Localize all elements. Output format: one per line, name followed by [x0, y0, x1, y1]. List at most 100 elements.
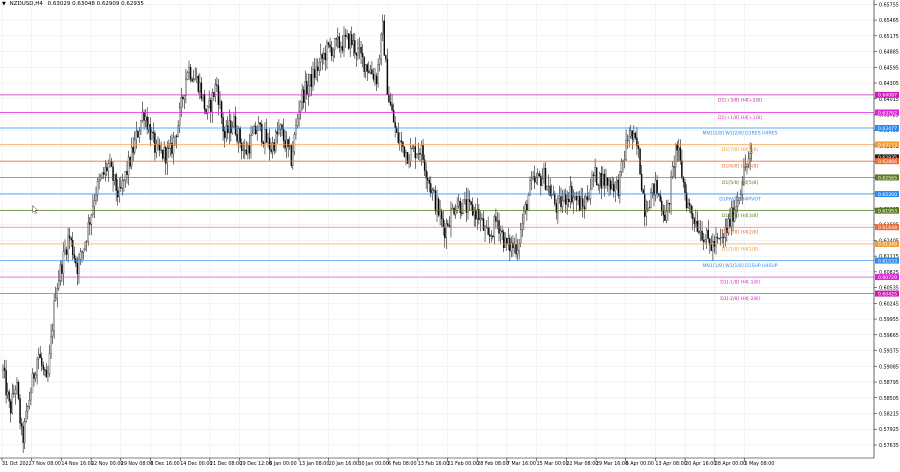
candle-body: [106, 167, 108, 172]
candle-body: [564, 193, 567, 205]
candle-body: [101, 172, 103, 178]
candle-body: [302, 89, 305, 103]
candle-body: [171, 143, 173, 154]
candle-body: [124, 171, 127, 181]
candle-body: [650, 192, 652, 208]
candle-body: [163, 146, 165, 159]
level-label: MN1[2/8] W1[2/8] D1RES H4RES: [703, 130, 778, 136]
price-tag-label: 0.61340: [878, 242, 897, 248]
candle-body: [355, 52, 358, 56]
candle-body: [68, 235, 71, 239]
candle-body: [364, 64, 367, 72]
time-tick-label: 7 Nov 08:00: [32, 461, 61, 467]
time-tick-label: 29 Nov 08:00: [121, 461, 153, 467]
candle-body: [557, 198, 559, 213]
time-tick-label: 7 Mar 16:00: [507, 461, 536, 467]
candle-body: [488, 234, 491, 237]
candle-body: [197, 76, 200, 92]
candle-body: [679, 147, 682, 161]
candle-body: [262, 142, 265, 145]
candle-body: [656, 180, 658, 194]
candle-body: [385, 55, 387, 60]
candle-body: [630, 130, 632, 137]
candle-body: [19, 398, 21, 424]
candle-body: [628, 136, 630, 141]
candle-body: [234, 116, 237, 135]
candle-body: [354, 40, 356, 53]
level-label: D1PIVOT H4PIVOT: [719, 197, 761, 203]
time-tick-label: 21 Feb 00:00: [448, 461, 479, 467]
candle-body: [64, 249, 66, 252]
candle-body: [236, 134, 238, 142]
candle-body: [188, 67, 190, 73]
candle-body: [130, 146, 133, 167]
candle-body: [81, 251, 83, 253]
candle-body: [172, 137, 175, 154]
candle-body: [347, 33, 350, 49]
candle-body: [561, 200, 564, 208]
candle-body: [504, 237, 506, 248]
candle-body: [120, 187, 122, 189]
level-label: MN1[1/8] W1[1/8] D1SUP H4SUP: [702, 263, 777, 269]
candle-body: [518, 243, 520, 251]
candle-body: [673, 166, 675, 168]
chart-title: ▼ NZDUSD,H4 0.63029 0.63048 0.62909 0.62…: [2, 1, 144, 7]
candle-body: [158, 144, 161, 151]
candle-body: [8, 391, 10, 402]
candle-body: [275, 131, 277, 151]
candle-body: [433, 189, 435, 192]
price-tag-label: 0.60729: [878, 275, 897, 281]
candle-body: [290, 145, 293, 166]
candle-body: [196, 76, 198, 79]
candle-body: [377, 64, 379, 85]
level-label: D1[+1/8] H4[+1/8]: [718, 115, 762, 121]
candle-body: [174, 135, 176, 138]
candle-body: [464, 199, 466, 201]
candle-body: [668, 203, 671, 205]
price-tick-label: 0.58505: [879, 396, 899, 402]
price-tick-label: 0.57925: [879, 427, 899, 433]
candle-body: [304, 81, 306, 103]
candle-body: [688, 203, 691, 206]
candle-body: [361, 53, 364, 57]
candle-body: [608, 180, 610, 186]
candle-body: [358, 47, 361, 49]
price-tag-label: 0.61033: [878, 258, 897, 264]
candle-body: [320, 54, 322, 63]
candle-body: [670, 176, 672, 205]
candle-body: [329, 44, 331, 48]
chart-canvas[interactable]: D1[+3/8] H4[+2/8] D1[+1/8] H4[+1/8] MN1[2/…: [0, 0, 900, 468]
candle-body: [287, 139, 289, 147]
candle-body: [341, 46, 344, 51]
candle-body: [524, 204, 527, 212]
candle-body: [107, 163, 110, 172]
candle-body: [645, 210, 647, 217]
candle-body: [127, 156, 130, 175]
candle-body: [55, 297, 57, 301]
candle-body: [337, 36, 339, 40]
candle-body: [96, 181, 99, 196]
candle-body: [216, 84, 218, 86]
candle-body: [41, 357, 43, 366]
candle-body: [403, 146, 406, 157]
candle-body: [72, 240, 74, 255]
candle-body: [87, 222, 89, 242]
candle-body: [527, 195, 530, 211]
price-tick-label: 0.58795: [879, 380, 899, 386]
candle-body: [425, 170, 427, 179]
price-tag-label: 0.63173: [878, 142, 897, 148]
candle-body: [502, 231, 505, 248]
candle-body: [506, 237, 508, 245]
time-tick-label: 13 Feb 16:00: [418, 461, 449, 467]
triangle-down-icon[interactable]: ▼: [2, 1, 6, 7]
price-chart[interactable]: D1[+3/8] H4[+2/8] D1[+1/8] H4[+1/8] MN1[2/…: [0, 0, 900, 468]
candle-body: [282, 129, 285, 141]
candle-body: [56, 288, 58, 299]
candle-body: [437, 198, 440, 216]
candle-body: [696, 221, 699, 232]
candle-body: [499, 230, 502, 234]
price-tag-label: 0.61953: [878, 208, 897, 214]
candle-body: [651, 183, 654, 193]
candle-body: [281, 124, 283, 130]
time-tick-label: 29 Mar 16:00: [596, 461, 628, 467]
